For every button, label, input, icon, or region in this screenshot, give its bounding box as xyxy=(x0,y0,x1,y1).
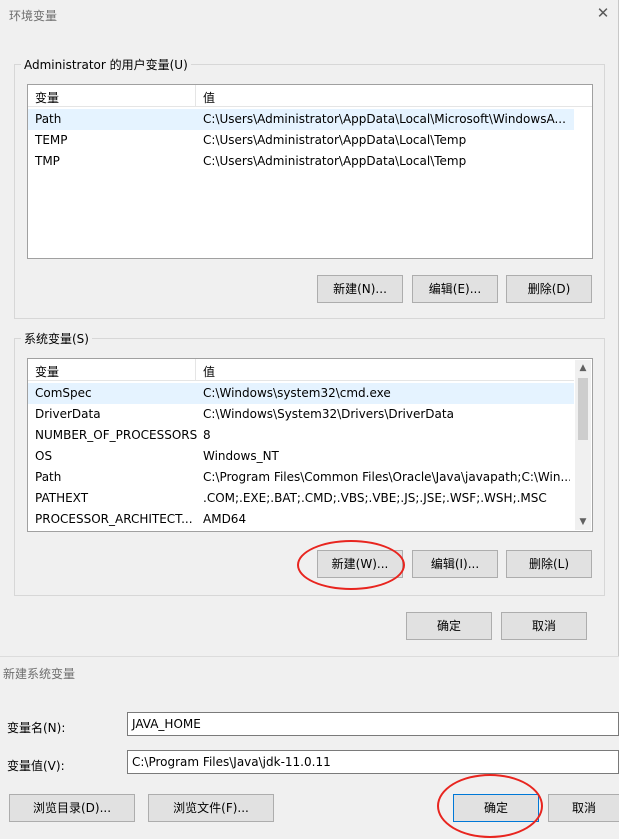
dialog-title: 环境变量 xyxy=(9,9,58,23)
list-item[interactable]: Path C:\Program Files\Common Files\Oracl… xyxy=(28,467,574,488)
list-header: 变量 值 xyxy=(28,85,592,107)
system-new-button[interactable]: 新建(W)... xyxy=(317,550,403,578)
user-edit-button[interactable]: 编辑(E)... xyxy=(412,275,498,303)
list-item[interactable]: PROCESSOR_ARCHITECT... AMD64 xyxy=(28,509,574,530)
system-variables-list[interactable]: 变量 值 ComSpec C:\Windows\system32\cmd.exe… xyxy=(27,358,593,532)
ok-button[interactable]: 确定 xyxy=(406,612,492,640)
list-item[interactable]: DriverData C:\Windows\System32\Drivers\D… xyxy=(28,404,574,425)
list-item[interactable]: TMP C:\Users\Administrator\AppData\Local… xyxy=(28,151,592,172)
list-header: 变量 值 xyxy=(28,359,574,381)
column-header-variable[interactable]: 变量 xyxy=(35,89,59,106)
variable-name-label: 变量名(N): xyxy=(7,721,66,735)
list-item[interactable]: NUMBER_OF_PROCESSORS 8 xyxy=(28,425,574,446)
system-delete-button[interactable]: 删除(L) xyxy=(506,550,592,578)
variable-value-field[interactable]: C:\Program Files\Java\jdk-11.0.11 xyxy=(127,750,619,774)
user-new-button[interactable]: 新建(N)... xyxy=(317,275,403,303)
scrollbar-thumb[interactable] xyxy=(578,378,588,440)
dialog-title: 新建系统变量 xyxy=(3,667,76,681)
browse-file-button[interactable]: 浏览文件(F)... xyxy=(148,794,274,822)
column-header-variable[interactable]: 变量 xyxy=(35,363,59,380)
list-item[interactable]: ComSpec C:\Windows\system32\cmd.exe xyxy=(28,383,574,404)
user-delete-button[interactable]: 删除(D) xyxy=(506,275,592,303)
user-variables-list[interactable]: 变量 值 Path C:\Users\Administrator\AppData… xyxy=(27,84,593,259)
scroll-up-icon[interactable]: ▲ xyxy=(575,360,591,376)
list-item[interactable]: OS Windows_NT xyxy=(28,446,574,467)
list-item[interactable]: PATHEXT .COM;.EXE;.BAT;.CMD;.VBS;.VBE;.J… xyxy=(28,488,574,509)
user-variables-legend: Administrator 的用户变量(U) xyxy=(24,58,188,72)
column-divider[interactable] xyxy=(195,359,196,381)
cancel-button[interactable]: 取消 xyxy=(548,794,619,822)
browse-directory-button[interactable]: 浏览目录(D)... xyxy=(9,794,135,822)
ok-button[interactable]: 确定 xyxy=(453,794,539,822)
column-divider[interactable] xyxy=(195,85,196,107)
vertical-scrollbar[interactable]: ▲ ▼ xyxy=(575,360,591,530)
system-variables-legend: 系统变量(S) xyxy=(24,332,89,346)
environment-variables-dialog: 环境变量 ✕ Administrator 的用户变量(U) 变量 值 Path … xyxy=(0,0,619,656)
list-item[interactable]: Path C:\Users\Administrator\AppData\Loca… xyxy=(28,109,574,130)
variable-name-field[interactable]: JAVA_HOME xyxy=(127,712,619,736)
column-header-value[interactable]: 值 xyxy=(203,363,215,380)
cancel-button[interactable]: 取消 xyxy=(501,612,587,640)
new-system-variable-dialog: 新建系统变量 变量名(N): JAVA_HOME 变量值(V): C:\Prog… xyxy=(0,656,619,839)
scroll-down-icon[interactable]: ▼ xyxy=(575,514,591,530)
list-item[interactable]: TEMP C:\Users\Administrator\AppData\Loca… xyxy=(28,130,592,151)
close-icon[interactable]: ✕ xyxy=(594,3,612,23)
column-header-value[interactable]: 值 xyxy=(203,89,215,106)
system-edit-button[interactable]: 编辑(I)... xyxy=(412,550,498,578)
variable-value-label: 变量值(V): xyxy=(7,759,65,773)
